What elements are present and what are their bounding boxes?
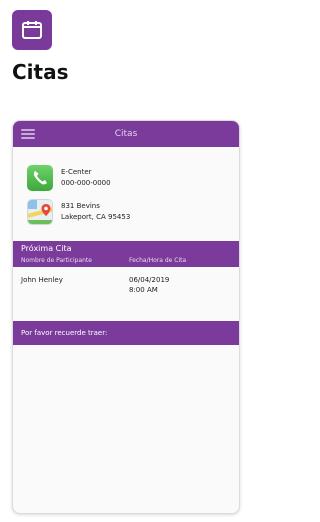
contact-name: E-Center [61, 168, 92, 176]
next-appointment-title: Próxima Cita [21, 244, 72, 253]
next-appointment-header: Próxima Cita Nombre de Participante Fech… [13, 241, 239, 267]
reminder-label: Por favor recuerde traer: [21, 329, 108, 337]
appointment-date: 06/04/2019 [129, 276, 170, 284]
app-preview: Citas E-Center 000-000-0000 831 Bevins L… [12, 120, 240, 514]
phone-icon [27, 165, 53, 191]
maps-icon [27, 199, 53, 225]
hamburger-menu-icon[interactable] [21, 129, 35, 139]
contact-phone-row[interactable]: E-Center 000-000-0000 [27, 165, 111, 191]
contact-phone: 000-000-0000 [61, 179, 111, 187]
appointment-time: 8:00 AM [129, 286, 158, 294]
table-row[interactable]: John Henley 06/04/2019 8:00 AM [13, 267, 239, 321]
participant-name: John Henley [21, 276, 63, 284]
contact-address-row[interactable]: 831 Bevins Lakeport, CA 95453 [27, 199, 130, 225]
address-line-2: Lakeport, CA 95453 [61, 213, 131, 221]
column-header-datetime: Fecha/Hora de Cita [129, 257, 187, 264]
calendar-icon [12, 10, 52, 50]
reminder-bar: Por favor recuerde traer: [13, 321, 239, 345]
app-header: Citas [13, 121, 239, 147]
app-header-title: Citas [114, 129, 138, 139]
page-title: Citas [12, 60, 69, 84]
contact-card: E-Center 000-000-0000 831 Bevins Lakepor… [13, 147, 239, 241]
column-header-participant: Nombre de Participante [21, 257, 92, 264]
address-line-1: 831 Bevins [61, 202, 100, 210]
